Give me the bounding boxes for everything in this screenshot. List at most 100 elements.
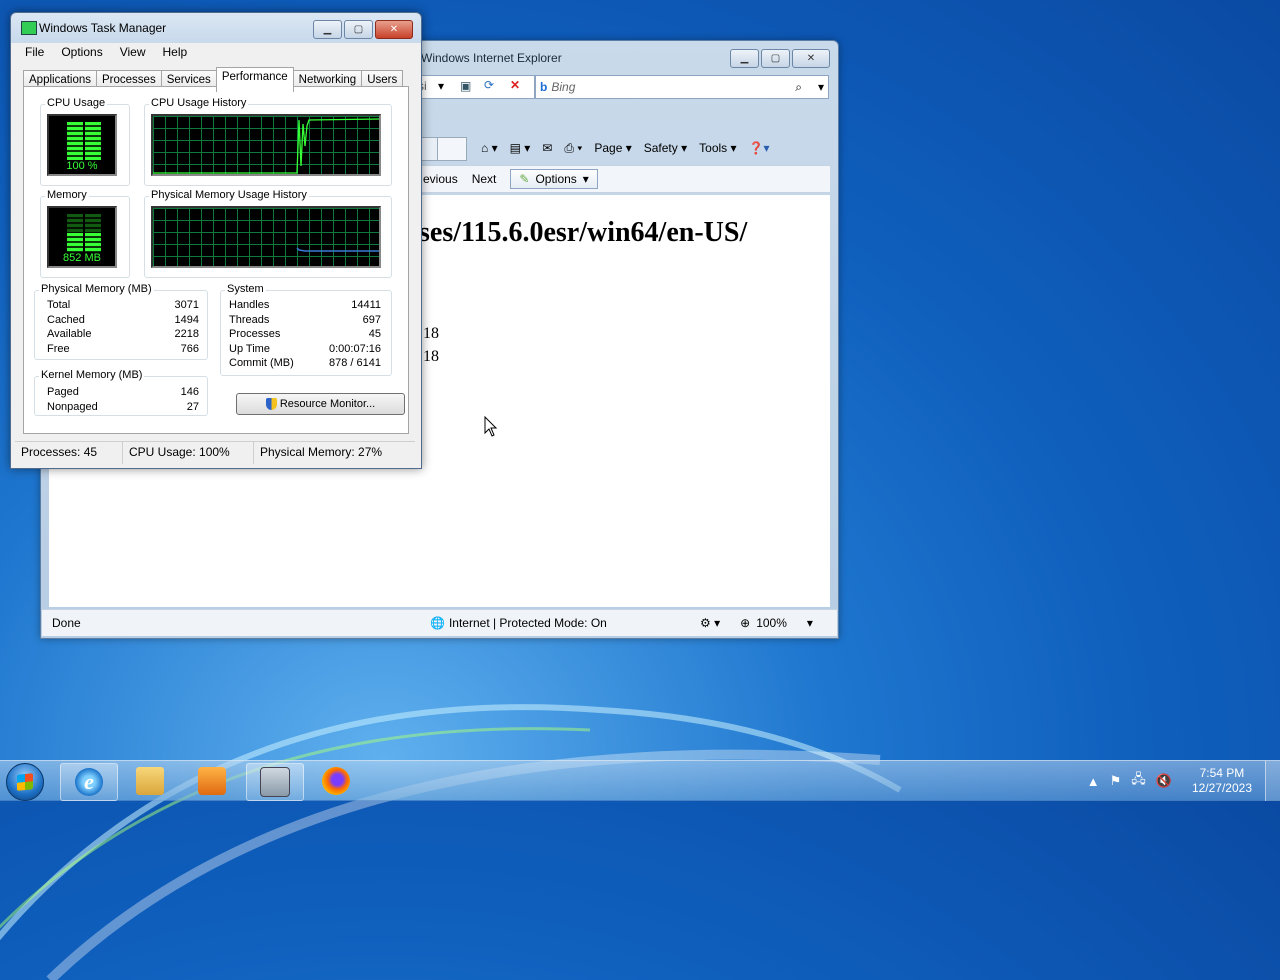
cpu-history-label: CPU Usage History [149, 97, 249, 109]
status-processes: Processes: 45 [15, 442, 123, 464]
start-button[interactable] [6, 763, 44, 801]
tm-minimize-button[interactable]: ▁ [313, 20, 342, 39]
tm-maximize-button[interactable]: ▢ [344, 20, 373, 39]
minimize-icon: ▁ [323, 24, 332, 35]
search-dropdown-icon[interactable]: ▾ [818, 80, 824, 94]
internet-explorer-icon: e [75, 768, 103, 796]
memory-history-line [296, 247, 379, 252]
ie-search-box[interactable]: b Bing ⌕ ▾ [535, 75, 829, 99]
stat-value: 697 [362, 313, 381, 326]
stat-row-total: Total 3071 [47, 299, 199, 314]
system-tray: ▲ ⚑ 🖧 🔇 7:54 PM 12/27/2023 [1087, 761, 1252, 801]
stat-name: Up Time [229, 342, 270, 355]
ie-status-bar: Done 🌐 Internet | Protected Mode: On ⚙ ▾… [42, 609, 837, 636]
feeds-icon[interactable]: ▤ ▾ [510, 141, 531, 155]
safety-menu[interactable]: Safety ▾ [644, 141, 687, 155]
stat-name: Commit (MB) [229, 357, 294, 369]
cpu-meter-bars [67, 122, 101, 160]
volume-muted-icon[interactable]: 🔇 [1156, 773, 1172, 789]
find-next-button[interactable]: Next [472, 172, 497, 186]
page-heading: ses/115.6.0esr/win64/en-US/ [419, 217, 748, 248]
stat-value: 27 [186, 400, 199, 413]
stat-value: 45 [368, 328, 381, 340]
memory-meter-bars [67, 233, 101, 252]
taskbar-clock[interactable]: 7:54 PM 12/27/2023 [1192, 766, 1252, 796]
stat-name: Handles [229, 299, 270, 311]
menu-help[interactable]: Help [153, 43, 195, 63]
globe-icon: 🌐 [430, 616, 445, 630]
stop-icon[interactable]: ✕ [510, 78, 520, 92]
find-options-button[interactable]: ✎ Options ▾ [510, 169, 598, 189]
stat-row-paged: Paged 146 [47, 386, 199, 401]
print-icon[interactable]: ⎙ ▾ [564, 141, 582, 156]
find-options-label: Options [535, 172, 577, 186]
search-icon[interactable]: ⌕ [795, 80, 802, 95]
taskbar-task-manager-button[interactable] [246, 763, 304, 801]
ie-minimize-button[interactable]: ▁ [730, 49, 759, 68]
taskbar-firefox-button[interactable] [308, 763, 364, 799]
shield-icon [265, 398, 277, 410]
windows-logo-icon [17, 773, 33, 791]
stat-row-free: Free 766 [47, 343, 199, 358]
ie-window-controls: ▁ ▢ ✕ [730, 49, 830, 68]
ie-close-button[interactable]: ✕ [792, 49, 830, 68]
home-icon[interactable]: ⌂ ▾ [481, 141, 498, 155]
stat-name: Cached [47, 313, 85, 326]
menu-file[interactable]: File [11, 43, 51, 63]
cpu-history-group: CPU Usage History [144, 97, 392, 186]
task-manager-icon [260, 767, 290, 797]
compat-view-icon[interactable]: ▣ [460, 79, 471, 93]
refresh-icon[interactable]: ⟳ [484, 78, 494, 92]
resource-monitor-button[interactable]: Resource Monitor... [236, 393, 405, 415]
action-center-flag-icon[interactable]: ⚑ [1110, 773, 1122, 789]
task-manager-window[interactable]: Windows Task Manager ▁ ▢ ✕ File Options … [10, 12, 422, 469]
search-placeholder: Bing [551, 80, 576, 94]
task-manager-titlebar[interactable]: Windows Task Manager ▁ ▢ ✕ [11, 13, 421, 43]
taskbar-ie-button[interactable]: e [60, 763, 118, 801]
ie-address-bar[interactable]: si ▾ ▣ ⟳ ✕ [413, 75, 535, 99]
tm-menubar: File Options View Help [11, 43, 421, 63]
show-hidden-icons-icon[interactable]: ▲ [1087, 774, 1100, 789]
stat-name: Total [47, 299, 71, 311]
task-manager-title: Windows Task Manager [39, 21, 167, 35]
tools-menu-label: Tools [699, 141, 728, 155]
help-icon[interactable]: ❓▾ [749, 141, 770, 155]
address-dropdown-icon[interactable]: ▾ [438, 79, 444, 93]
ie-command-bar: ⌂ ▾ ▤ ▾ ✉ ⎙ ▾ Page ▾ Safety ▾ Tools ▾ ❓▾ [481, 133, 897, 163]
maximize-icon: ▢ [770, 53, 781, 64]
page-menu[interactable]: Page ▾ [594, 141, 631, 155]
popup-blocker-icon[interactable]: ⚙ ▾ [700, 616, 720, 630]
ie-maximize-button[interactable]: ▢ [761, 49, 790, 68]
cpu-meter: 100 % [47, 114, 117, 176]
tm-close-button[interactable]: ✕ [375, 20, 413, 39]
stat-value: 1494 [174, 313, 199, 326]
security-zone[interactable]: 🌐 Internet | Protected Mode: On [430, 616, 700, 630]
ie-new-tab-button[interactable] [437, 137, 467, 161]
stat-value: 146 [180, 386, 199, 398]
taskbar-explorer-button[interactable] [122, 763, 178, 799]
tools-menu[interactable]: Tools ▾ [699, 141, 736, 155]
taskbar: e ▲ ⚑ 🖧 🔇 7:54 PM 12/27/2023 [0, 760, 1280, 801]
page-line-1: 18 [423, 325, 439, 342]
stat-row-available: Available 2218 [47, 328, 199, 343]
clock-time: 7:54 PM [1199, 766, 1245, 780]
resource-monitor-label: Resource Monitor... [279, 398, 376, 410]
show-desktop-button[interactable] [1265, 761, 1280, 801]
menu-options[interactable]: Options [51, 43, 109, 63]
zoom-icon: ⊕ [740, 616, 751, 630]
chevron-down-icon: ▾ [582, 172, 589, 186]
memory-history-group: Physical Memory Usage History [144, 189, 392, 278]
system-stats: Handles 14411 Threads 697 Processes 45 Up T… [229, 299, 381, 372]
network-icon[interactable]: 🖧 [1131, 770, 1146, 792]
security-zone-label: Internet | Protected Mode: On [448, 616, 607, 630]
media-player-icon [198, 767, 226, 795]
system-group: System Handles 14411 Threads 697 Processes… [220, 283, 392, 376]
menu-view[interactable]: View [110, 43, 153, 63]
mail-icon[interactable]: ✉ [542, 141, 552, 155]
find-previous-button[interactable]: evious [423, 172, 458, 186]
taskbar-media-player-button[interactable] [184, 763, 240, 799]
cpu-history-line [153, 118, 379, 174]
kernel-memory-label: Kernel Memory (MB) [39, 369, 145, 381]
tab-performance[interactable]: Performance [215, 67, 294, 92]
zoom-control[interactable]: ⊕ 100% ▾ [740, 616, 813, 630]
